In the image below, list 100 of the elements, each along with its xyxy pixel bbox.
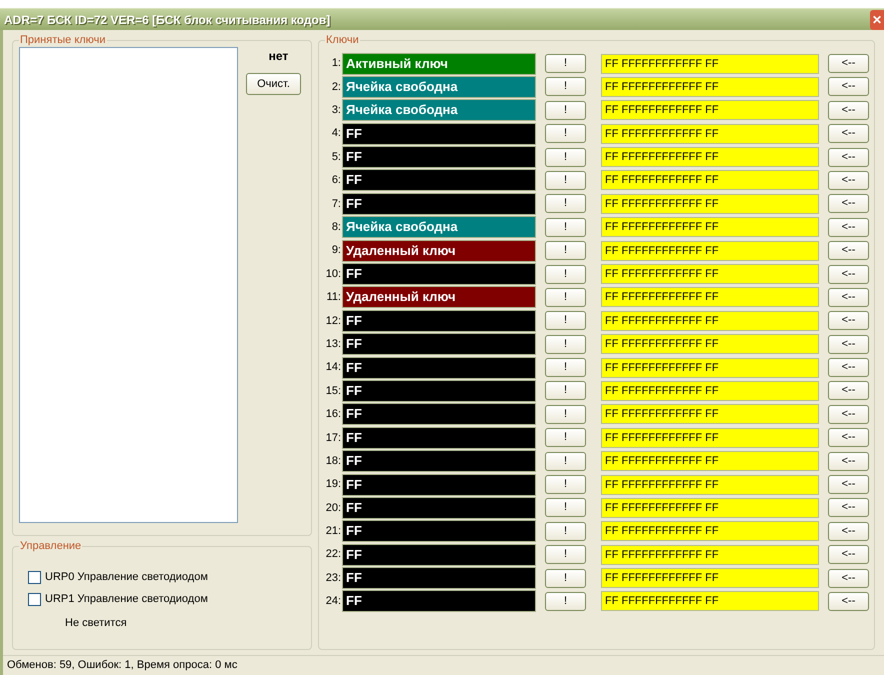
load-button[interactable]: <-- — [828, 288, 869, 307]
code-field[interactable]: FF FFFFFFFFFFFF FF — [601, 334, 819, 354]
code-field[interactable]: FF FFFFFFFFFFFF FF — [601, 358, 819, 378]
load-button[interactable]: <-- — [828, 404, 869, 424]
code-field[interactable]: FF FFFFFFFFFFFF FF — [601, 240, 819, 261]
key-state-field: Удаленный ключ — [342, 286, 536, 308]
row-number: 3: — [330, 103, 342, 118]
load-button[interactable]: <-- — [828, 358, 869, 378]
load-button[interactable]: <-- — [828, 241, 869, 260]
key-state-field: FF — [342, 169, 536, 192]
load-button[interactable]: <-- — [828, 568, 869, 588]
load-button[interactable]: <-- — [828, 475, 869, 494]
close-button[interactable]: ✕ — [870, 10, 884, 30]
check-button[interactable]: ! — [545, 568, 586, 588]
check-button[interactable]: ! — [545, 311, 586, 330]
code-field[interactable]: FF FFFFFFFFFFFF FF — [601, 287, 819, 308]
check-button[interactable]: ! — [545, 54, 586, 73]
check-button[interactable]: ! — [545, 522, 586, 541]
key-state-field: FF — [342, 496, 536, 519]
check-button[interactable]: ! — [545, 194, 586, 214]
check-button[interactable]: ! — [545, 218, 586, 237]
row-number: 18: — [324, 454, 342, 469]
load-button[interactable]: <-- — [828, 77, 869, 96]
check-button[interactable]: ! — [545, 428, 586, 448]
code-field[interactable]: FF FFFFFFFFFFFF FF — [601, 100, 819, 120]
check-button[interactable]: ! — [545, 241, 586, 260]
check-button[interactable]: ! — [545, 545, 586, 564]
load-button[interactable]: <-- — [828, 311, 869, 330]
check-button[interactable]: ! — [545, 170, 586, 190]
clear-button[interactable]: Очист. — [246, 73, 301, 95]
checkbox[interactable] — [28, 593, 41, 606]
check-button[interactable]: ! — [545, 288, 586, 307]
key-state-field: FF — [342, 474, 536, 496]
load-button[interactable]: <-- — [828, 218, 869, 237]
load-button[interactable]: <-- — [828, 124, 869, 144]
load-button[interactable]: <-- — [828, 334, 869, 354]
load-button[interactable]: <-- — [828, 100, 869, 120]
check-button[interactable]: ! — [545, 475, 586, 494]
check-button[interactable]: ! — [545, 498, 586, 518]
code-field[interactable]: FF FFFFFFFFFFFF FF — [601, 194, 819, 214]
code-field[interactable]: FF FFFFFFFFFFFF FF — [601, 76, 819, 97]
load-button[interactable]: <-- — [828, 170, 869, 190]
load-button[interactable]: <-- — [828, 54, 869, 73]
row-number: 16: — [324, 407, 342, 422]
code-field[interactable]: FF FFFFFFFFFFFF FF — [601, 54, 819, 74]
load-button[interactable]: <-- — [828, 592, 869, 611]
key-state-field: FF — [342, 263, 536, 286]
code-field[interactable]: FF FFFFFFFFFFFF FF — [601, 591, 819, 612]
code-field[interactable]: FF FFFFFFFFFFFF FF — [601, 451, 819, 472]
code-field[interactable]: FF FFFFFFFFFFFF FF — [601, 264, 819, 284]
row-number: 14: — [324, 360, 342, 376]
code-field[interactable]: FF FFFFFFFFFFFF FF — [601, 147, 819, 168]
code-field[interactable]: FF FFFFFFFFFFFF FF — [601, 544, 819, 565]
code-field[interactable]: FF FFFFFFFFFFFF FF — [601, 474, 819, 495]
key-state-field: FF — [342, 333, 536, 356]
key-state-field: FF — [342, 520, 536, 542]
check-button[interactable]: ! — [545, 124, 586, 144]
load-button[interactable]: <-- — [828, 194, 869, 214]
load-button[interactable]: <-- — [828, 452, 869, 471]
code-field[interactable]: FF FFFFFFFFFFFF FF — [601, 124, 819, 144]
load-button[interactable]: <-- — [828, 264, 869, 284]
check-button[interactable]: ! — [545, 264, 586, 284]
code-field[interactable]: FF FFFFFFFFFFFF FF — [601, 310, 819, 331]
load-button[interactable]: <-- — [828, 545, 869, 564]
code-field[interactable]: FF FFFFFFFFFFFF FF — [601, 217, 819, 238]
check-button[interactable]: ! — [545, 452, 586, 471]
row-number: 7: — [330, 196, 342, 212]
row-number: 21: — [324, 524, 342, 540]
load-button[interactable]: <-- — [828, 498, 869, 518]
code-field[interactable]: FF FFFFFFFFFFFF FF — [601, 170, 819, 190]
check-button[interactable]: ! — [545, 381, 586, 400]
check-button[interactable]: ! — [545, 77, 586, 96]
key-state-field: FF — [342, 567, 536, 590]
row-number: 9: — [330, 243, 342, 258]
key-state-field: Активный ключ — [342, 52, 536, 74]
check-button[interactable]: ! — [545, 592, 586, 611]
code-field[interactable]: FF FFFFFFFFFFFF FF — [601, 498, 819, 518]
row-number: 4: — [330, 126, 342, 142]
key-state-field: Ячейка свободна — [342, 216, 536, 238]
code-field[interactable]: FF FFFFFFFFFFFF FF — [601, 521, 819, 542]
check-button[interactable]: ! — [545, 148, 586, 167]
load-button[interactable]: <-- — [828, 428, 869, 448]
key-state-field: FF — [342, 192, 536, 215]
check-button[interactable]: ! — [545, 358, 586, 378]
code-field[interactable]: FF FFFFFFFFFFFF FF — [601, 428, 819, 448]
key-state-field: FF — [342, 450, 536, 472]
code-field[interactable]: FF FFFFFFFFFFFF FF — [601, 568, 819, 588]
load-button[interactable]: <-- — [828, 522, 869, 541]
check-button[interactable]: ! — [545, 404, 586, 424]
load-button[interactable]: <-- — [828, 148, 869, 167]
row-number: 5: — [330, 150, 342, 165]
row-number: 23: — [324, 570, 342, 586]
checkbox-label: URP1 Управление светодиодом — [45, 592, 208, 608]
code-field[interactable]: FF FFFFFFFFFFFF FF — [601, 380, 819, 401]
check-button[interactable]: ! — [545, 100, 586, 120]
key-state-field: Ячейка свободна — [342, 99, 536, 122]
check-button[interactable]: ! — [545, 334, 586, 354]
code-field[interactable]: FF FFFFFFFFFFFF FF — [601, 404, 819, 424]
load-button[interactable]: <-- — [828, 381, 869, 400]
checkbox[interactable] — [28, 571, 41, 584]
